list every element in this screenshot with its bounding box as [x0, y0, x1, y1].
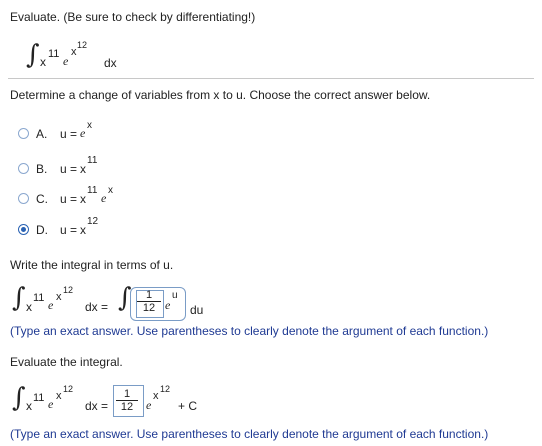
- option-b-lhs: u =: [60, 162, 78, 176]
- option-d-sup: 12: [87, 216, 99, 227]
- part3-e-exp-power: 12: [63, 384, 74, 394]
- integral-x-exponent: 11: [48, 48, 60, 60]
- part2-integral-sign: ∫: [12, 283, 26, 313]
- integral-e: e: [63, 54, 69, 68]
- part3-e: e: [48, 397, 54, 411]
- part3-fraction: 1 12: [116, 388, 138, 413]
- integral-x: x: [40, 55, 46, 69]
- part3-dx: dx =: [85, 399, 109, 413]
- part2-fraction-numerator: 1: [145, 289, 153, 301]
- part2-rhs-e-exp: u: [172, 290, 178, 301]
- option-a-letter: A.: [36, 127, 48, 141]
- part3-answer-e-exp-base: x: [153, 390, 159, 402]
- part2-note: (Type an exact answer. Use parentheses t…: [10, 324, 489, 338]
- part3-answer-e-exp-power: 12: [160, 384, 171, 394]
- option-a-rhs: e: [80, 126, 86, 140]
- option-b-rhs: x: [80, 162, 86, 176]
- part3-plus-c: + C: [178, 399, 198, 413]
- part3-fraction-denominator: 12: [116, 400, 138, 413]
- part2-e-exp-power: 12: [63, 285, 74, 295]
- part3-fraction-numerator: 1: [123, 388, 131, 400]
- part3-x: x: [26, 399, 32, 413]
- part3-e-exp-base: x: [56, 390, 62, 402]
- option-d-rhs: x: [80, 223, 86, 237]
- part3-x-exponent: 11: [33, 392, 45, 404]
- divider: [8, 78, 534, 79]
- part2-e: e: [48, 298, 54, 312]
- option-c-lhs: u =: [60, 192, 78, 206]
- option-a-sup: x: [87, 120, 92, 131]
- option-c-extra-sup: x: [108, 185, 113, 196]
- part2-x-exponent: 11: [33, 292, 45, 304]
- integral-e-exp-power: 12: [77, 40, 88, 50]
- option-a-radio[interactable]: [18, 128, 29, 139]
- integral-dx: dx: [104, 56, 117, 70]
- integral-e-exp-base: x: [71, 46, 77, 58]
- option-c-letter: C.: [36, 192, 48, 206]
- part3-note: (Type an exact answer. Use parentheses t…: [10, 427, 489, 441]
- part2-rhs-e: e: [165, 298, 171, 312]
- part3-integral-sign: ∫: [12, 383, 26, 413]
- part2-x: x: [26, 300, 32, 314]
- integral-sign: ∫: [26, 40, 40, 70]
- option-c-sup: 11: [87, 185, 98, 196]
- part2-e-exp-base: x: [56, 291, 62, 303]
- part2-fraction-denominator: 12: [137, 301, 161, 314]
- option-d-letter: D.: [36, 223, 48, 237]
- option-c-rhs: x: [80, 192, 86, 206]
- part2-dx: dx =: [85, 300, 109, 314]
- problem-instruction: Evaluate. (Be sure to check by different…: [10, 10, 256, 24]
- option-c-radio[interactable]: [18, 193, 29, 204]
- option-b-sup: 11: [87, 155, 98, 166]
- part3-prompt: Evaluate the integral.: [10, 355, 123, 369]
- part2-fraction: 1 12: [137, 289, 161, 314]
- part2-prompt: Write the integral in terms of u.: [10, 258, 174, 272]
- option-a-lhs: u =: [60, 127, 78, 141]
- part3-answer-e: e: [146, 398, 152, 412]
- part2-du: du: [190, 303, 204, 317]
- option-b-letter: B.: [36, 162, 48, 176]
- option-d-lhs: u =: [60, 223, 78, 237]
- option-c-extra: e: [101, 191, 107, 205]
- option-d-radio[interactable]: [18, 224, 29, 235]
- option-b-radio[interactable]: [18, 163, 29, 174]
- part1-prompt: Determine a change of variables from x t…: [10, 88, 431, 102]
